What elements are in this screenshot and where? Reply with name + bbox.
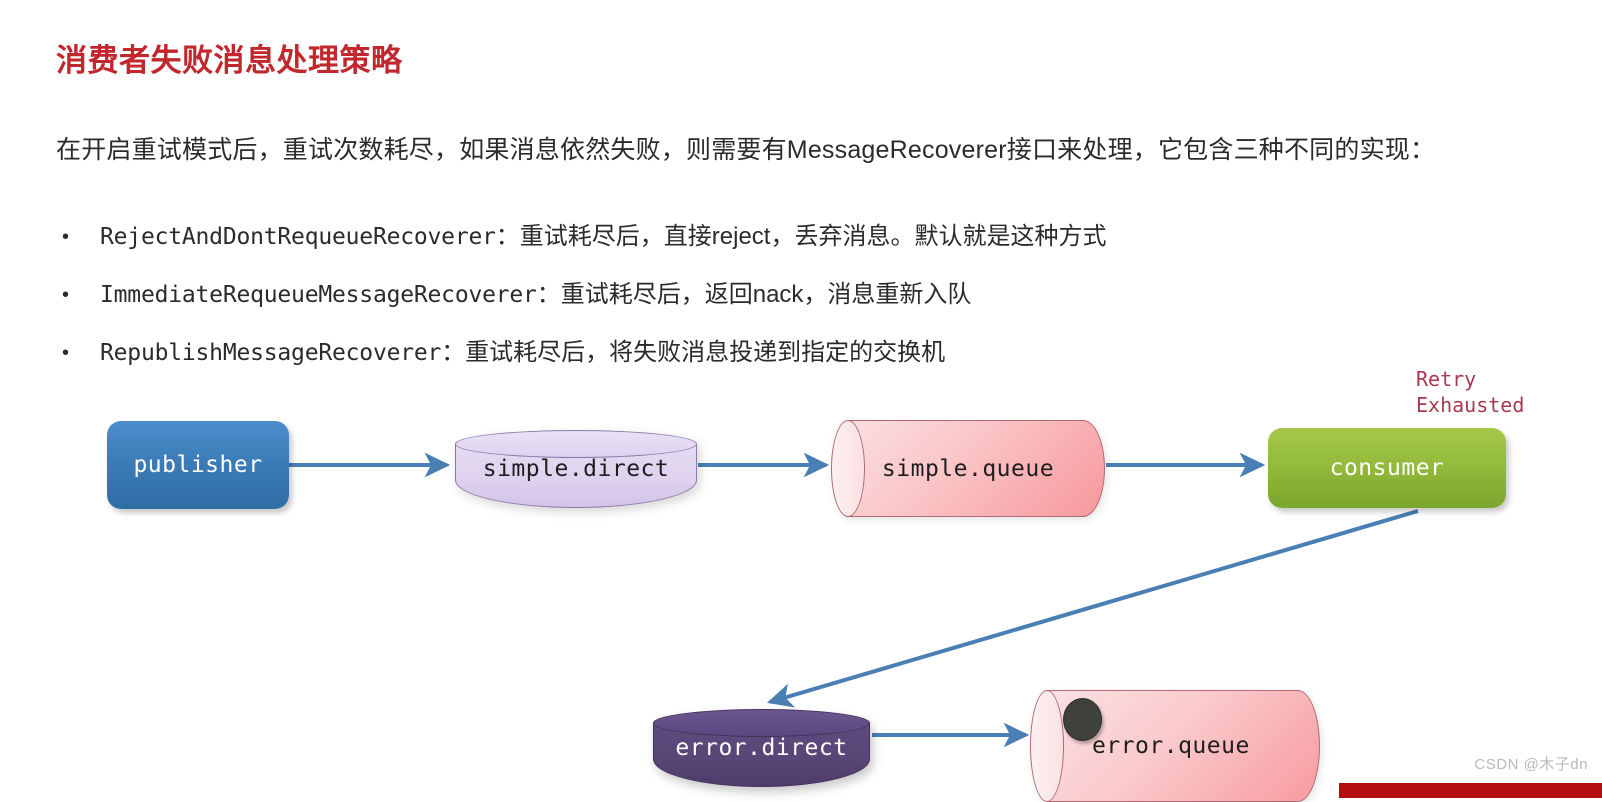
node-label-consumer: consumer <box>1329 455 1445 481</box>
cylinder-top-ellipse <box>455 430 697 458</box>
diagram-arrows <box>289 452 1419 748</box>
retry-exhausted-annotation: Retry Exhausted <box>1416 367 1525 417</box>
cylinder-body <box>848 420 1105 517</box>
cylinder-left-ellipse <box>831 420 865 517</box>
bottom-red-bar <box>1339 783 1602 798</box>
diagram-node-simple-direct[interactable]: simple.direct <box>455 430 697 508</box>
diagram-node-error-direct[interactable]: error.direct <box>653 709 870 787</box>
message-dot-icon <box>1063 698 1102 741</box>
diagram-node-publisher[interactable]: publisher <box>107 421 289 509</box>
cylinder-top-ellipse <box>653 709 870 737</box>
csdn-watermark: CSDN @木子dn <box>1474 756 1588 773</box>
edge-consumer-to-error-direct <box>766 509 1419 708</box>
cylinder-left-ellipse <box>1030 690 1064 802</box>
diagram-node-consumer[interactable]: consumer <box>1268 428 1506 508</box>
diagram-node-simple-queue[interactable]: simple.queue <box>831 420 1105 517</box>
node-label-publisher: publisher <box>133 452 263 478</box>
